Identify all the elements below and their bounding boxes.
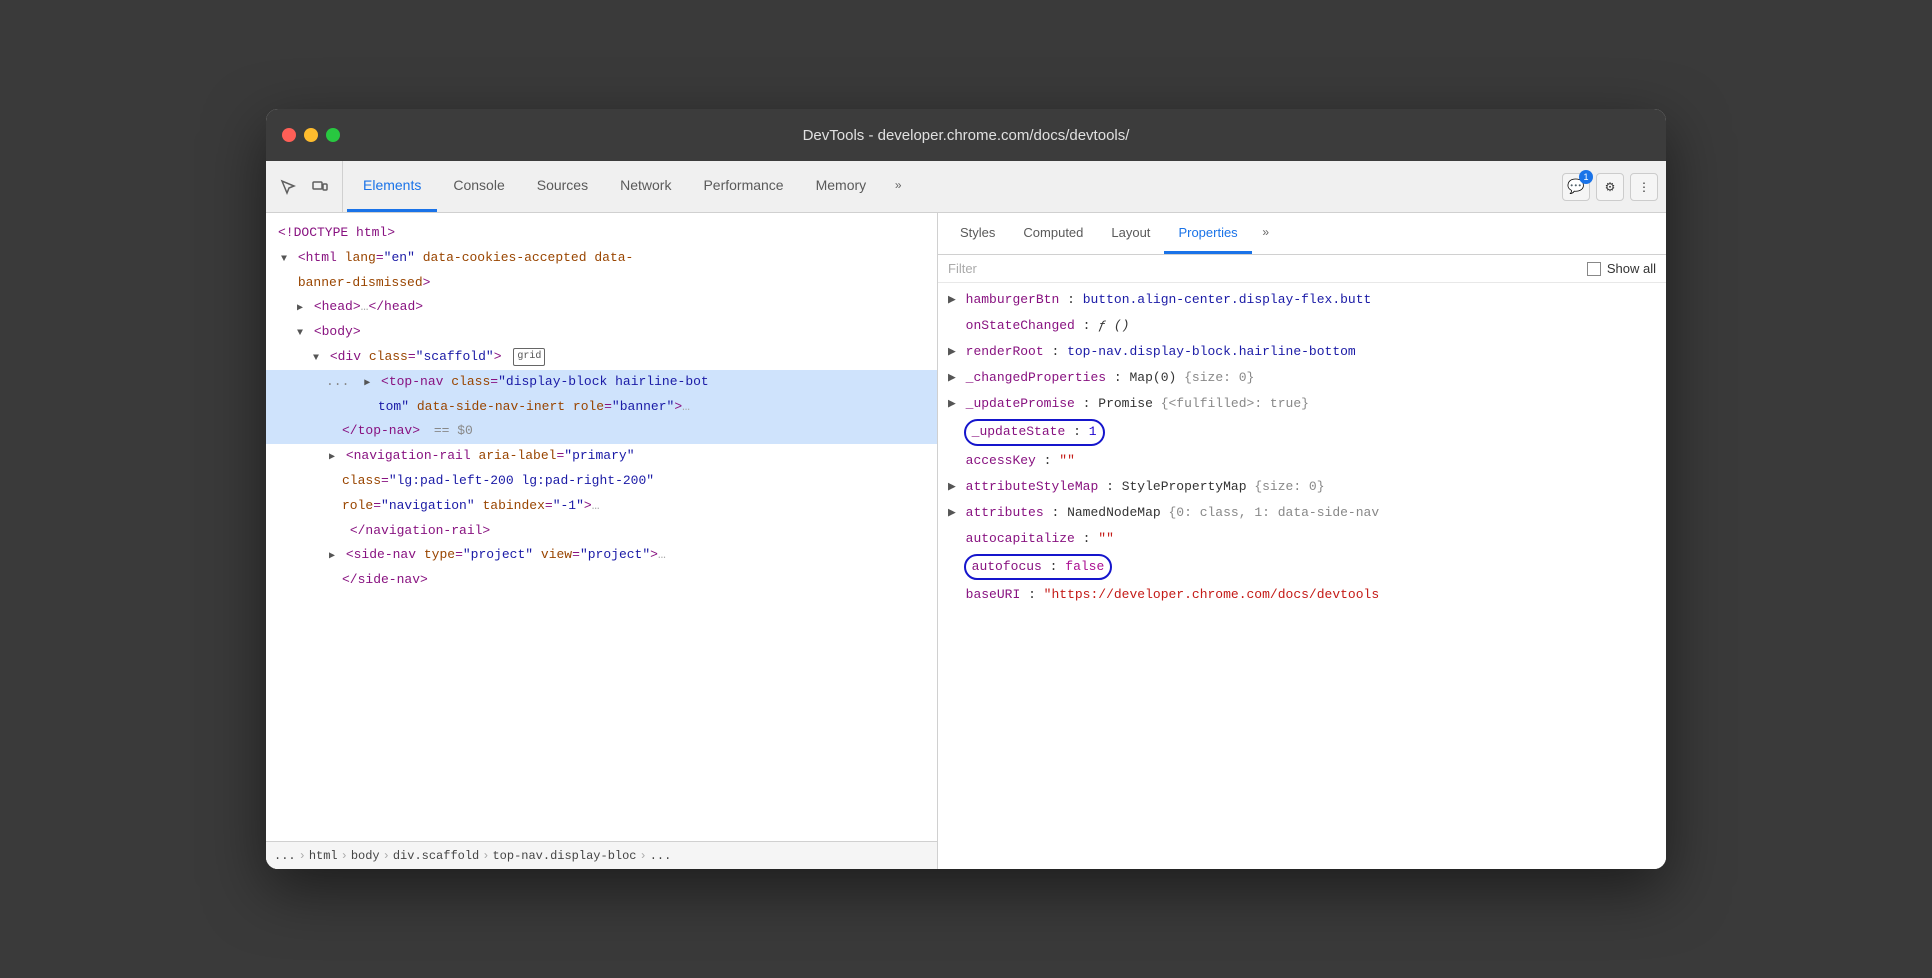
expand-arrow-icon[interactable]: ▶ — [294, 301, 306, 317]
dom-navrail-role-line: role="navigation" tabindex="-1">… — [266, 494, 937, 519]
traffic-lights — [282, 128, 340, 142]
tab-styles[interactable]: Styles — [946, 213, 1009, 254]
breadcrumb-top-nav[interactable]: top-nav.display-bloc — [492, 849, 636, 863]
dom-navrail-class-line: class="lg:pad-left-200 lg:pad-right-200" — [266, 469, 937, 494]
expand-arrow-icon[interactable]: ▶ — [361, 376, 373, 392]
titlebar: DevTools - developer.chrome.com/docs/dev… — [266, 109, 1666, 161]
prop-autocapitalize[interactable]: ▶ autocapitalize : "" — [938, 526, 1666, 552]
filter-input[interactable] — [948, 261, 1579, 276]
prop-render-root[interactable]: ▶ renderRoot : top-nav.display-block.hai… — [938, 339, 1666, 365]
device-toggle-button[interactable] — [306, 173, 334, 201]
tab-console[interactable]: Console — [437, 161, 520, 212]
breadcrumb-ellipsis[interactable]: ... — [274, 849, 296, 863]
toolbar-right-actions: 💬 1 ⚙ ⋮ — [1554, 161, 1658, 212]
show-all-label: Show all — [1607, 261, 1656, 276]
window-title: DevTools - developer.chrome.com/docs/dev… — [803, 127, 1130, 144]
expand-icon[interactable]: ▶ — [948, 344, 956, 359]
more-tabs-button[interactable]: » — [882, 161, 914, 212]
tab-network[interactable]: Network — [604, 161, 687, 212]
gear-icon: ⚙ — [1605, 180, 1616, 194]
expand-icon[interactable]: ▶ — [948, 370, 956, 385]
elements-panel: <!DOCTYPE html> ▼ <html lang="en" data-c… — [266, 213, 938, 869]
dom-topnav-close-line: </top-nav> == $0 — [266, 419, 937, 444]
dom-html-line2: banner-dismissed> — [266, 271, 937, 296]
dom-sidenav-close-line: </side-nav> — [266, 568, 937, 593]
toolbar-icon-group — [274, 161, 343, 212]
update-state-highlight: _updateState : 1 — [964, 419, 1105, 445]
dom-html-line[interactable]: ▼ <html lang="en" data-cookies-accepted … — [266, 246, 937, 271]
expand-icon[interactable]: ▶ — [948, 396, 956, 411]
tab-performance[interactable]: Performance — [687, 161, 799, 212]
tab-sources[interactable]: Sources — [521, 161, 604, 212]
prop-autofocus[interactable]: ▶ autofocus : false — [938, 552, 1666, 582]
close-button[interactable] — [282, 128, 296, 142]
show-all-checkbox[interactable] — [1587, 262, 1601, 276]
devtools-main: <!DOCTYPE html> ▼ <html lang="en" data-c… — [266, 213, 1666, 869]
devtools-tab-list: Elements Console Sources Network Perform… — [347, 161, 1554, 212]
filter-bar: Show all — [938, 255, 1666, 283]
properties-tab-list: Styles Computed Layout Properties » — [938, 213, 1666, 255]
properties-more-tabs-button[interactable]: » — [1252, 213, 1280, 254]
breadcrumb-html[interactable]: html — [309, 849, 338, 863]
breadcrumb-div-scaffold[interactable]: div.scaffold — [393, 849, 479, 863]
prop-access-key[interactable]: ▶ accessKey : "" — [938, 448, 1666, 474]
prop-on-state-changed[interactable]: ▶ onStateChanged : ƒ () — [938, 313, 1666, 339]
dom-topnav-selected-line2: tom" data-side-nav-inert role="banner">… — [266, 395, 937, 420]
devtools-toolbar: Elements Console Sources Network Perform… — [266, 161, 1666, 213]
dom-doctype-line: <!DOCTYPE html> — [266, 221, 937, 246]
expand-arrow-icon[interactable]: ▼ — [278, 252, 290, 268]
notifications-button[interactable]: 💬 1 — [1562, 173, 1590, 201]
notification-count: 1 — [1579, 170, 1593, 184]
show-all-area: Show all — [1587, 261, 1656, 276]
expand-icon[interactable]: ▶ — [948, 292, 956, 307]
prop-attributes[interactable]: ▶ attributes : NamedNodeMap {0: class, 1… — [938, 500, 1666, 526]
tab-layout[interactable]: Layout — [1097, 213, 1164, 254]
inspect-element-button[interactable] — [274, 173, 302, 201]
tab-elements[interactable]: Elements — [347, 161, 437, 212]
more-vertical-icon: ⋮ — [1638, 180, 1650, 194]
breadcrumb-end-ellipsis[interactable]: ... — [650, 849, 672, 863]
dom-div-scaffold-line[interactable]: ▼ <div class="scaffold"> grid — [266, 345, 937, 370]
more-options-button[interactable]: ⋮ — [1630, 173, 1658, 201]
dom-breadcrumb: ... › html › body › div.scaffold › top-n… — [266, 841, 937, 869]
expand-icon[interactable]: ▶ — [948, 505, 956, 520]
prop-update-state[interactable]: ▶ _updateState : 1 — [938, 417, 1666, 447]
prop-attribute-style-map[interactable]: ▶ attributeStyleMap : StylePropertyMap {… — [938, 474, 1666, 500]
dom-tree[interactable]: <!DOCTYPE html> ▼ <html lang="en" data-c… — [266, 213, 937, 841]
properties-list: ▶ hamburgerBtn : button.align-center.dis… — [938, 283, 1666, 869]
tab-properties[interactable]: Properties — [1164, 213, 1251, 254]
prop-changed-properties[interactable]: ▶ _changedProperties : Map(0) {size: 0} — [938, 365, 1666, 391]
dom-sidenav-line[interactable]: ▶ <side-nav type="project" view="project… — [266, 543, 937, 568]
properties-panel: Styles Computed Layout Properties » — [938, 213, 1666, 869]
autofocus-highlight: autofocus : false — [964, 554, 1113, 580]
grid-badge[interactable]: grid — [513, 348, 545, 366]
settings-button[interactable]: ⚙ — [1596, 173, 1624, 201]
tab-computed[interactable]: Computed — [1009, 213, 1097, 254]
expand-arrow-icon[interactable]: ▼ — [294, 326, 306, 342]
expand-arrow-icon[interactable]: ▶ — [326, 450, 338, 466]
breadcrumb-body[interactable]: body — [351, 849, 380, 863]
tab-memory[interactable]: Memory — [800, 161, 883, 212]
devtools-container: Elements Console Sources Network Perform… — [266, 161, 1666, 869]
expand-arrow-icon[interactable]: ▶ — [326, 549, 338, 565]
prop-update-promise[interactable]: ▶ _updatePromise : Promise {<fulfilled>:… — [938, 391, 1666, 417]
expand-icon[interactable]: ▶ — [948, 479, 956, 494]
expand-arrow-icon[interactable]: ▼ — [310, 351, 322, 367]
dom-navrail-close-line: </navigation-rail> — [266, 519, 937, 544]
maximize-button[interactable] — [326, 128, 340, 142]
dom-navrail-open-line[interactable]: ▶ <navigation-rail aria-label="primary" — [266, 444, 937, 469]
prop-hamburger-btn[interactable]: ▶ hamburgerBtn : button.align-center.dis… — [938, 287, 1666, 313]
devtools-window: DevTools - developer.chrome.com/docs/dev… — [266, 109, 1666, 869]
prop-base-uri[interactable]: ▶ baseURI : "https://developer.chrome.co… — [938, 582, 1666, 608]
minimize-button[interactable] — [304, 128, 318, 142]
dom-body-line[interactable]: ▼ <body> — [266, 320, 937, 345]
dom-topnav-selected-line[interactable]: ... ▶ <top-nav class="display-block hair… — [266, 370, 937, 395]
dom-head-line[interactable]: ▶ <head>…</head> — [266, 295, 937, 320]
